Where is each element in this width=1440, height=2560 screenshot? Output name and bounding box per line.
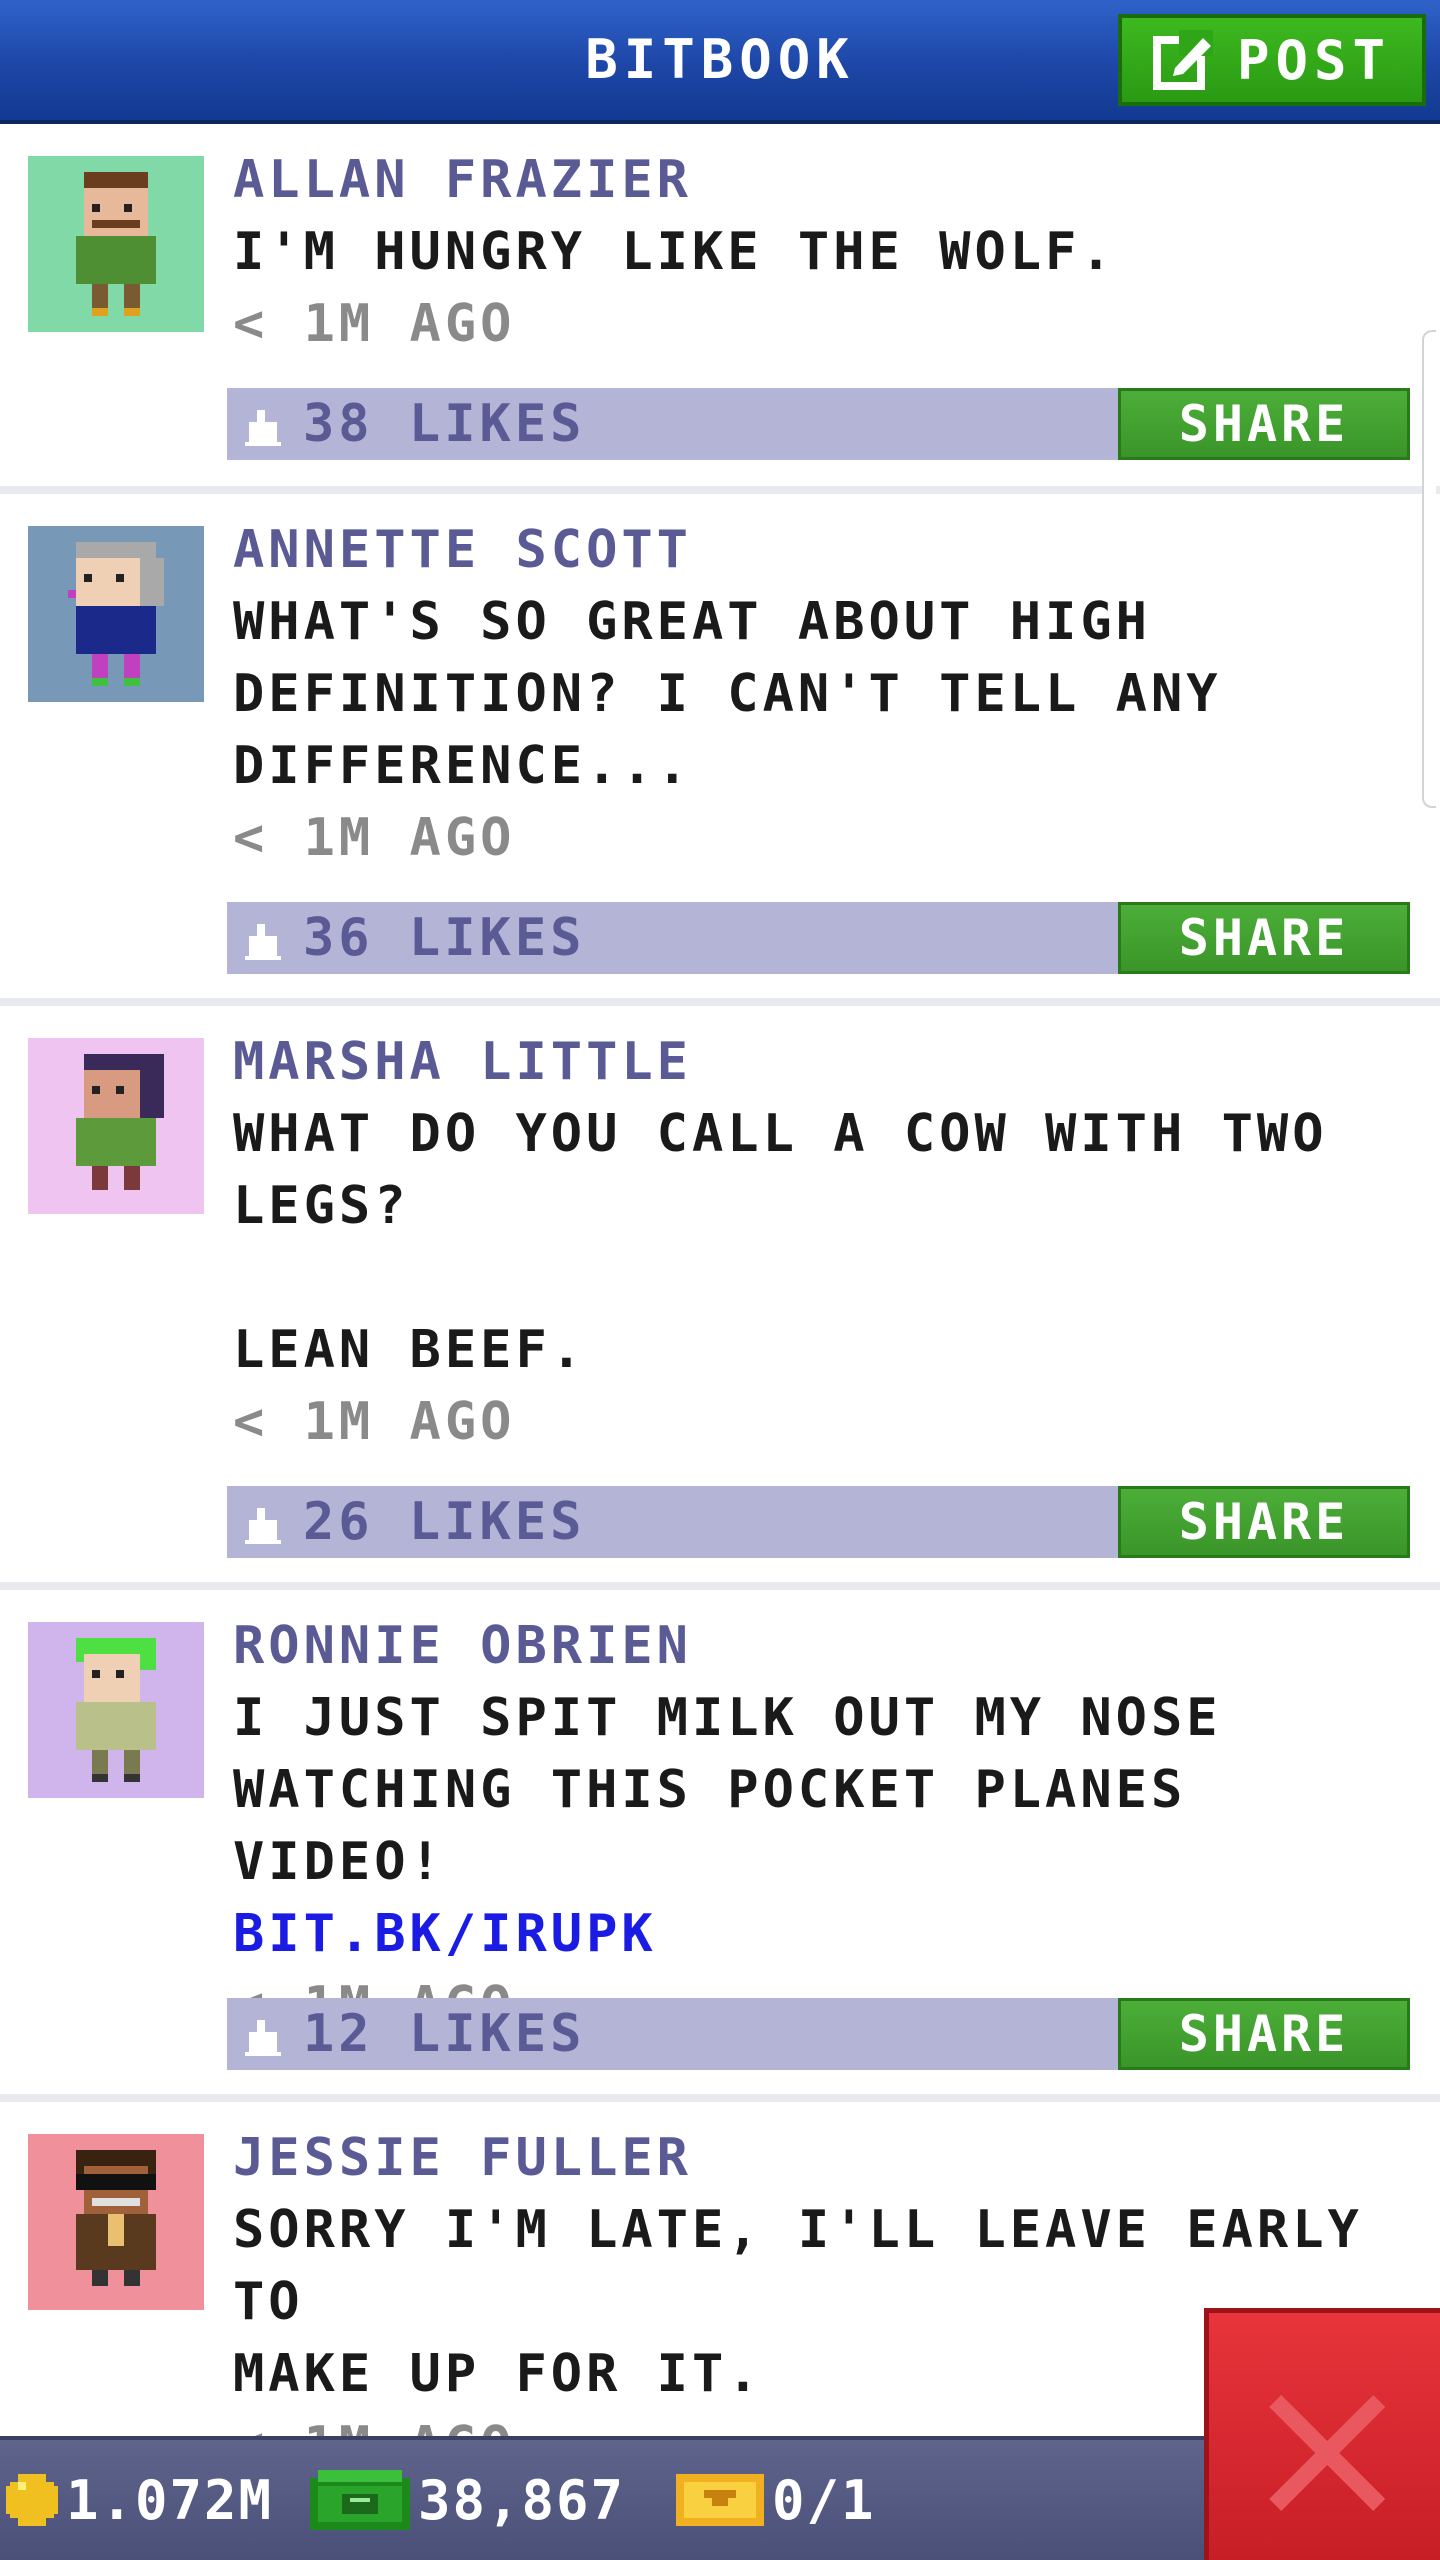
feed-post: ALLAN FRAZIER I'M HUNGRY LIKE THE WOLF. … — [0, 124, 1440, 494]
post-message: WHAT'S SO GREAT ABOUT HIGH DEFINITION? I… — [233, 592, 1222, 796]
close-icon — [1269, 2395, 1385, 2511]
avatar — [28, 1038, 204, 1214]
share-button[interactable]: SHARE — [1118, 1998, 1410, 2070]
post-message: I'M HUNGRY LIKE THE WOLF. — [233, 222, 1116, 282]
thumbs-up-icon[interactable] — [245, 410, 285, 454]
post-link[interactable]: BIT.BK/IRUPK — [233, 1898, 1413, 1970]
avatar-image — [28, 1038, 204, 1214]
tickets-value: 0/1 — [772, 2468, 876, 2532]
like-count[interactable]: 36 LIKES — [303, 902, 585, 974]
post-author[interactable]: RONNIE OBRIEN — [233, 1610, 1413, 1682]
like-bar: 38 LIKES SHARE — [227, 388, 1410, 460]
coin-icon — [6, 2474, 58, 2526]
avatar — [28, 1622, 204, 1798]
bux-value: 38,867 — [418, 2468, 626, 2532]
avatar-image — [28, 2134, 204, 2310]
like-count[interactable]: 26 LIKES — [303, 1486, 585, 1558]
post-author[interactable]: ANNETTE SCOTT — [233, 514, 1413, 586]
feed-post: MARSHA LITTLE WHAT DO YOU CALL A COW WIT… — [0, 1006, 1440, 1590]
coins-value: 1.072M — [66, 2468, 274, 2532]
close-button[interactable] — [1204, 2308, 1440, 2560]
compose-icon — [1152, 30, 1213, 90]
like-bar: 12 LIKES SHARE — [227, 1998, 1410, 2070]
feed-post: RONNIE OBRIEN I JUST SPIT MILK OUT MY NO… — [0, 1590, 1440, 2102]
thumbs-up-icon[interactable] — [245, 1508, 285, 1552]
post-button-label: POST — [1236, 28, 1392, 92]
coins-counter: 1.072M — [6, 2440, 273, 2560]
bux-counter: 38,867 — [310, 2440, 625, 2560]
feed-post: ANNETTE SCOTT WHAT'S SO GREAT ABOUT HIGH… — [0, 494, 1440, 1006]
post-timestamp: < 1M AGO — [233, 808, 516, 868]
post-content: MARSHA LITTLE WHAT DO YOU CALL A COW WIT… — [233, 1026, 1413, 1458]
share-button[interactable]: SHARE — [1118, 1486, 1410, 1558]
ticket-icon — [676, 2470, 764, 2530]
post-message: I JUST SPIT MILK OUT MY NOSE WATCHING TH… — [233, 1688, 1222, 1892]
thumbs-up-icon[interactable] — [245, 2020, 285, 2064]
post-message: WHAT DO YOU CALL A COW WITH TWO LEGS? LE… — [233, 1104, 1328, 1380]
share-button[interactable]: SHARE — [1118, 388, 1410, 460]
avatar — [28, 156, 204, 332]
news-feed[interactable]: ALLAN FRAZIER I'M HUNGRY LIKE THE WOLF. … — [0, 124, 1440, 2436]
avatar-image — [28, 1622, 204, 1798]
post-timestamp: < 1M AGO — [233, 294, 516, 354]
like-bar: 26 LIKES SHARE — [227, 1486, 1410, 1558]
post-content: ALLAN FRAZIER I'M HUNGRY LIKE THE WOLF. … — [233, 144, 1413, 360]
post-content: RONNIE OBRIEN I JUST SPIT MILK OUT MY NO… — [233, 1610, 1413, 2042]
post-timestamp: < 1M AGO — [233, 1392, 516, 1452]
post-button[interactable]: POST — [1118, 14, 1426, 106]
like-bar: 36 LIKES SHARE — [227, 902, 1410, 974]
bux-icon — [310, 2470, 410, 2530]
tickets-counter: 0/1 — [676, 2440, 876, 2560]
post-author[interactable]: MARSHA LITTLE — [233, 1026, 1413, 1098]
feed-scrollbar[interactable] — [1422, 330, 1436, 808]
like-count[interactable]: 12 LIKES — [303, 1998, 585, 2070]
post-author[interactable]: ALLAN FRAZIER — [233, 144, 1413, 216]
avatar-image — [28, 526, 204, 702]
post-content: ANNETTE SCOTT WHAT'S SO GREAT ABOUT HIGH… — [233, 514, 1413, 874]
thumbs-up-icon[interactable] — [245, 924, 285, 968]
avatar — [28, 526, 204, 702]
avatar-image — [28, 156, 204, 332]
top-bar: BITBOOK POST — [0, 0, 1440, 124]
post-author[interactable]: JESSIE FULLER — [233, 2122, 1413, 2194]
like-count[interactable]: 38 LIKES — [303, 388, 585, 460]
share-button[interactable]: SHARE — [1118, 902, 1410, 974]
avatar — [28, 2134, 204, 2310]
